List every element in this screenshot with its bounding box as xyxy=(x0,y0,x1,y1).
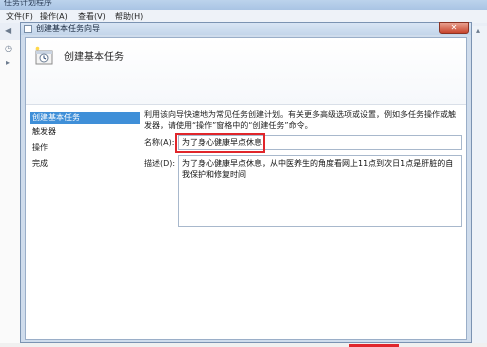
menu-action[interactable]: 操作(A) xyxy=(40,11,68,22)
wizard-header-title: 创建基本任务 xyxy=(64,52,124,63)
clock-icon[interactable]: ◷ xyxy=(5,44,12,53)
task-wizard-icon xyxy=(35,46,53,65)
wizard-title-icon xyxy=(24,25,32,33)
description-label: 描述(D): xyxy=(144,159,176,168)
name-highlight-annotation xyxy=(175,133,265,153)
create-basic-task-wizard: 创建基本任务向导 ✕ 创建基本任务 创建基本任务 触发器 操作 完成 利用该向导… xyxy=(20,22,472,347)
step-create-basic-task[interactable]: 创建基本任务 xyxy=(30,112,140,124)
step-trigger[interactable]: 触发器 xyxy=(30,126,140,138)
name-label: 名称(A): xyxy=(144,138,175,147)
dialog-title: 创建基本任务向导 xyxy=(36,24,100,33)
menu-help[interactable]: 帮助(H) xyxy=(115,11,143,22)
step-action[interactable]: 操作 xyxy=(30,142,140,154)
scroll-up-icon[interactable]: ▴ xyxy=(476,26,480,35)
background-window-title: 任务计划程序 xyxy=(4,0,52,7)
expand-arrow-icon[interactable]: ▸ xyxy=(6,58,10,67)
back-arrow-icon[interactable]: ◀ xyxy=(5,26,11,35)
wizard-description: 利用该向导快速地为常见任务创建计划。有关更多高级选项或设置，例如多任务操作或触发… xyxy=(144,110,456,130)
wizard-steps: 创建基本任务 触发器 操作 完成 xyxy=(26,104,140,341)
background-scrollbar[interactable]: ▴ xyxy=(472,26,487,343)
close-button[interactable]: ✕ xyxy=(439,22,469,34)
dialog-body: 创建基本任务 创建基本任务 触发器 操作 完成 利用该向导快速地为常见任务创建计… xyxy=(25,37,467,340)
step-finish[interactable]: 完成 xyxy=(30,158,140,170)
menu-view[interactable]: 查看(V) xyxy=(78,11,106,22)
background-navigation-pane: ◷ ▸ xyxy=(0,40,21,343)
dialog-titlebar: 创建基本任务向导 ✕ xyxy=(21,22,471,35)
wizard-header: 创建基本任务 xyxy=(26,38,466,105)
background-window-titlebar: 任务计划程序 xyxy=(0,0,487,10)
wizard-content: 利用该向导快速地为常见任务创建计划。有关更多高级选项或设置，例如多任务操作或触发… xyxy=(144,104,466,341)
menu-file[interactable]: 文件(F) xyxy=(6,11,33,22)
task-description-textarea[interactable]: 为了身心健康早点休息，从中医养生的角度看网上11点到次日1点是肝脏的自我保护和修… xyxy=(178,155,462,227)
